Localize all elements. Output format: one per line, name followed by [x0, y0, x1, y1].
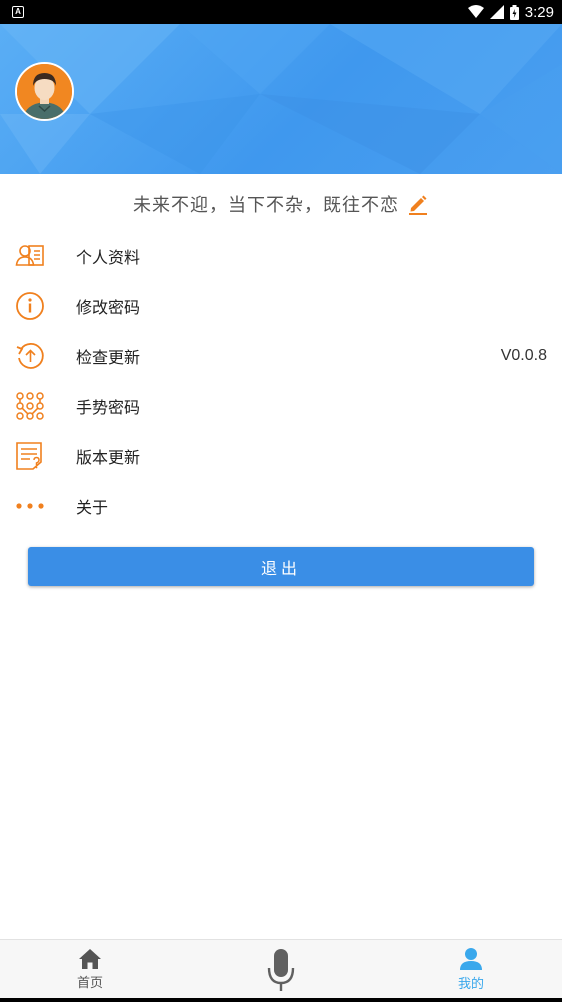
menu-item-label: 修改密码: [76, 298, 141, 317]
gesture-pattern-icon: [15, 391, 45, 421]
menu-item-check-update[interactable]: 检查更新 V0.0.8: [0, 331, 562, 381]
menu-item-label: 关于: [76, 498, 109, 517]
menu-item-gesture-password[interactable]: 手势密码: [0, 381, 562, 431]
menu-item-label: 版本更新: [76, 448, 141, 467]
edit-pencil-icon[interactable]: [407, 193, 429, 215]
avatar[interactable]: [15, 62, 74, 121]
document-question-icon: [15, 441, 45, 471]
menu-item-label: 检查更新: [76, 348, 141, 367]
motto-text: 未来不迎，当下不杂，既往不恋: [133, 195, 399, 216]
notification-app-icon: A: [12, 6, 24, 18]
menu-item-profile[interactable]: 个人资料: [0, 231, 562, 281]
battery-icon: [509, 4, 519, 20]
wifi-icon: [467, 5, 484, 18]
menu-item-about[interactable]: 关于: [0, 481, 562, 531]
user-avatar-icon: [17, 64, 72, 119]
header-background-pattern: [0, 24, 562, 174]
profile-card-icon: [15, 241, 45, 271]
nav-tab-home[interactable]: 首页: [60, 940, 120, 999]
update-arrow-icon: [15, 341, 45, 371]
microphone-icon: [267, 948, 295, 991]
system-nav-edge: [0, 998, 562, 1002]
status-time: 3:29: [524, 3, 554, 21]
voice-input-button[interactable]: [256, 940, 306, 999]
logout-button[interactable]: 退出: [28, 547, 534, 586]
home-icon: [79, 949, 101, 969]
menu-item-version-update[interactable]: 版本更新: [0, 431, 562, 481]
motto-row: 未来不迎，当下不杂，既往不恋: [0, 186, 562, 222]
version-value: V0.0.8: [500, 347, 547, 364]
info-circle-icon: [15, 291, 45, 321]
settings-menu: 个人资料 修改密码 检查更新 V0.0.8 手势密码 版本更新 关于: [0, 231, 562, 531]
nav-label-home: 首页: [76, 976, 103, 991]
profile-header: [0, 24, 562, 174]
menu-item-label: 个人资料: [76, 248, 141, 267]
bottom-navigation: 首页 我的: [0, 939, 562, 998]
cell-signal-icon: [489, 5, 504, 19]
nav-label-mine: 我的: [457, 977, 484, 992]
menu-item-change-password[interactable]: 修改密码: [0, 281, 562, 331]
user-profile-icon: [460, 948, 482, 970]
menu-item-label: 手势密码: [76, 398, 141, 417]
nav-tab-mine[interactable]: 我的: [441, 940, 501, 999]
more-dots-icon: [15, 491, 45, 521]
status-bar: A 3:29: [0, 0, 562, 24]
